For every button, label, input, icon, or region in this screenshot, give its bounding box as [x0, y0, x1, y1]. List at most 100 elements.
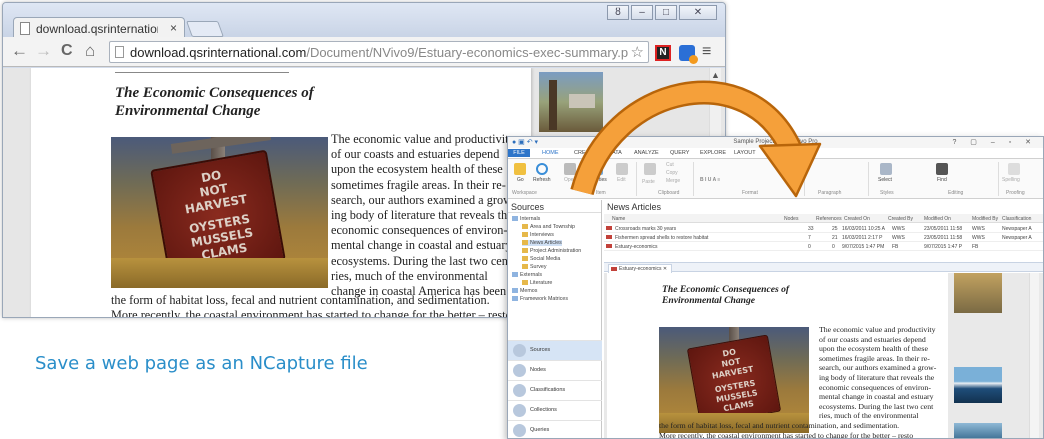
address-bar[interactable]: download.qsrinternational.com/Document/N… — [109, 41, 649, 63]
document-continuation: the form of habitat loss, fecal and nutr… — [111, 293, 531, 317]
photo-grass — [111, 258, 328, 288]
menu-icon[interactable]: ≡ — [702, 43, 711, 61]
nav-label: Nodes — [530, 367, 546, 373]
paragraph-line: mental change in coastal and estuary — [331, 238, 512, 253]
paragraph-line: upon the ecosystem health of these — [331, 162, 503, 177]
folder-icon — [522, 232, 528, 238]
tree-label: Interviews — [530, 232, 554, 238]
detail-paragraph: The economic value and productivity of o… — [819, 325, 947, 421]
tab-title: download.qsrinternationa — [36, 22, 158, 36]
tree-item-interviews[interactable]: Interviews — [522, 232, 554, 238]
new-tab-button[interactable] — [186, 21, 224, 37]
cell-classification: Newspaper A — [1002, 234, 1032, 241]
detail-tab-close-icon[interactable]: ✕ — [663, 266, 667, 272]
ribbon-separator — [868, 162, 869, 196]
tab-close-icon[interactable]: × — [170, 21, 177, 35]
tab-home[interactable]: HOME — [538, 149, 563, 157]
caption: Save a web page as an NCapture file — [35, 353, 368, 374]
tree-item-memos[interactable]: Memos — [512, 288, 537, 294]
oyster-sign-photo: DO NOT HARVEST OYSTERS MUSSELS CLAMS — [111, 137, 328, 288]
find-icon[interactable] — [936, 163, 948, 175]
reload-icon[interactable]: C — [61, 42, 73, 60]
paragraph-line: ing body of literature that reveals the — [331, 208, 513, 223]
refresh-icon[interactable] — [536, 163, 548, 175]
tree-item-area[interactable]: Area and Township — [522, 224, 575, 230]
pdf-icon — [611, 267, 617, 271]
nav-classifications[interactable]: Classifications — [508, 380, 602, 400]
folder-icon — [522, 256, 528, 262]
tree-item-internals[interactable]: Internals — [512, 216, 540, 222]
home-icon[interactable]: ⌂ — [85, 42, 95, 60]
tree-label: News Articles — [530, 240, 562, 246]
table-row[interactable]: Crossroads marks 30 years 33 25 16/03/20… — [604, 224, 1043, 233]
tree-label: Literature — [530, 280, 553, 286]
col-created-on[interactable]: Created On — [844, 216, 870, 222]
minimize-button[interactable]: – — [631, 5, 653, 20]
paragraph-line: the form of habitat loss, fecal and nutr… — [659, 421, 900, 430]
cell-created-by: FB — [892, 243, 899, 250]
tree-item-externals[interactable]: Externals — [512, 272, 542, 278]
tree-label: Framework Matrices — [520, 296, 568, 302]
detail-scrollbar[interactable] — [1029, 273, 1039, 438]
cell-references: 25 — [832, 225, 838, 232]
cell-modified-by: WWS — [972, 234, 985, 241]
cell-name: Crossroads marks 30 years — [606, 225, 676, 232]
paragraph-line: sometimes fragile areas. In their re- — [819, 353, 930, 363]
tree-item-news-articles[interactable]: News Articles — [522, 240, 562, 246]
spelling-icon[interactable] — [1008, 163, 1020, 175]
go-icon[interactable] — [514, 163, 526, 175]
table-row[interactable]: Estuary-economics 0 0 9/07/2015 1:47 PM … — [604, 242, 1043, 251]
nav-nodes[interactable]: Nodes — [508, 360, 602, 380]
nav-collections[interactable]: Collections — [508, 400, 602, 420]
paragraph-line: More recently, the coastal environment h… — [659, 430, 914, 439]
paragraph-line: ries, much of the environmental — [819, 411, 919, 421]
paragraph-line: The economic value and productivity — [819, 325, 936, 334]
col-created-by[interactable]: Created By — [888, 216, 913, 222]
col-modified-on[interactable]: Modified On — [924, 216, 951, 222]
detail-tab-estuary[interactable]: Estuary-economics ✕ — [608, 264, 673, 273]
select-icon[interactable] — [880, 163, 892, 175]
tree-item-survey[interactable]: Survey — [522, 264, 547, 270]
paragraph-line: economic consequences of environ- — [819, 382, 931, 392]
user-button[interactable]: ȣ — [607, 5, 629, 20]
nvivo-window-controls[interactable]: ? ▢ – ▫ ✕ — [952, 138, 1037, 146]
cell-modified-on: 23/05/2011 11:58 — [924, 225, 963, 232]
forward-icon[interactable]: → — [35, 42, 52, 60]
tree-item-framework-matrices[interactable]: Framework Matrices — [512, 296, 568, 302]
nav-queries[interactable]: Queries — [508, 420, 602, 438]
folder-icon — [512, 296, 518, 302]
tree-item-literature[interactable]: Literature — [522, 280, 552, 286]
back-icon[interactable]: ← — [11, 42, 28, 60]
ncapture-extension-icon[interactable]: N — [655, 45, 671, 61]
bookmark-star-icon[interactable]: ☆ — [628, 43, 644, 61]
spelling-label: Spelling — [1002, 177, 1020, 183]
cell-text: Fishermen spread shells to restore habit… — [615, 234, 709, 241]
nav-sources[interactable]: Sources — [508, 340, 602, 360]
sources-icon — [513, 344, 526, 357]
table-row[interactable]: Fishermen spread shells to restore habit… — [604, 233, 1043, 242]
refresh-label: Refresh — [533, 177, 551, 183]
orange-arrow — [570, 80, 822, 198]
cell-nodes: 0 — [808, 243, 811, 250]
find-label: Find — [937, 177, 947, 183]
select-label: Select — [878, 177, 892, 183]
cell-modified-on: 9/07/2015 1:47 P — [924, 243, 963, 250]
paragraph-line: economic consequences of environ- — [331, 223, 508, 238]
tree-item-social-media[interactable]: Social Media — [522, 256, 560, 262]
folder-icon — [522, 280, 528, 286]
close-button[interactable]: ✕ — [679, 5, 717, 20]
pdf-page: The Economic Consequences of Environment… — [31, 68, 531, 317]
col-modified-by[interactable]: Modified By — [972, 216, 998, 222]
extension-icon[interactable] — [679, 45, 698, 64]
screenshot-stage: download.qsrinternationa × ȣ – □ ✕ ← → C… — [0, 0, 1044, 439]
paragraph-line: sometimes fragile areas. In their re- — [331, 177, 506, 192]
tree-item-project-admin[interactable]: Project Administration — [522, 248, 581, 254]
nodes-icon — [513, 364, 526, 377]
cell-name: Estuary-economics — [606, 243, 658, 250]
photo-sign: DO NOT HARVEST OYSTERS MUSSELS CLAMS — [686, 334, 782, 426]
maximize-button[interactable]: □ — [655, 5, 677, 20]
browser-tab[interactable]: download.qsrinternationa × — [13, 17, 185, 39]
tab-file[interactable]: FILE — [508, 149, 530, 157]
col-classification[interactable]: Classification — [1002, 216, 1031, 222]
cell-created-on: 9/07/2015 1:47 PM — [842, 243, 885, 250]
